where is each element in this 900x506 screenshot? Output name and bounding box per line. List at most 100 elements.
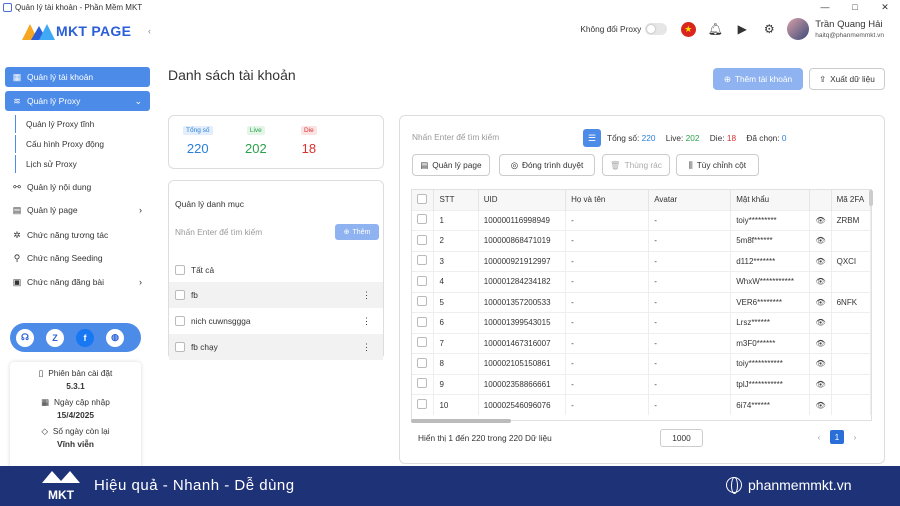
trash-button[interactable]: 🗑︎ Thùng rác [602,154,670,176]
sidebar-item-seeding[interactable]: ⚲ Chức năng Seeding [5,248,150,268]
app-logo[interactable]: MKT PAGE [22,22,131,40]
col-header-name[interactable]: Họ và tên [565,190,650,210]
add-account-button[interactable]: ⊕ Thêm tài khoản [713,68,803,90]
eye-icon[interactable]: 👁︎ [815,236,825,245]
prev-page-button[interactable]: ‹ [812,430,826,444]
export-button[interactable]: ⇪ Xuất dữ liệu [809,68,885,90]
eye-icon[interactable]: 👁︎ [815,359,825,368]
table-row[interactable]: 3 100000921912997- - d112******* 👁︎ QXCI [412,250,871,272]
table-row[interactable]: 5 100001357200533- - VER6******** 👁︎ 6NFK [412,291,871,313]
category-checkbox[interactable] [175,342,185,352]
maximize-button[interactable]: □ [840,0,870,14]
category-checkbox[interactable] [175,290,185,300]
more-vertical-icon[interactable]: ⋮ [362,342,371,353]
cell-uid: 100001399543015 [478,312,567,333]
summary-live-label: Live: [665,133,684,143]
table-row[interactable]: 4 100001284234182- - WhxW*********** 👁︎ [412,271,871,292]
play-icon[interactable]: ▶︎ [733,20,751,38]
website-icon[interactable]: ◍ [106,328,124,347]
category-item[interactable]: fb chạy ⋮ [169,334,383,360]
proxy-toggle[interactable] [645,23,668,35]
cell-avatar: - [648,312,732,333]
sidebar-item-page[interactable]: ▤ Quản lý page › [5,200,150,220]
table-row[interactable]: 8 100002105150861- - toiy*********** 👁︎ [412,353,871,374]
row-checkbox[interactable] [417,357,427,368]
col-header-avatar[interactable]: Avatar [648,190,732,210]
table-row[interactable]: 6 100001399543015- - Lrsz****** 👁︎ [412,312,871,333]
row-checkbox[interactable] [417,214,427,225]
customize-columns-button[interactable]: ⫼ Tùy chỉnh cột [676,154,759,176]
table-row[interactable]: 7 100001467316007- - m3F0****** 👁︎ [412,332,871,354]
col-header-password[interactable]: Mật khẩu [730,190,811,210]
eye-icon[interactable]: 👁︎ [815,216,825,225]
facebook-icon[interactable]: f [76,328,94,347]
sidebar-subitem-dynamic-proxy[interactable]: Cấu hình Proxy động [15,135,150,153]
table-row[interactable]: 2 100000868471019- -5m8f****** 👁︎ [412,230,871,251]
table-row[interactable]: 9 100002358866661- - tplJ*********** 👁︎ [412,373,871,395]
zalo-icon[interactable]: Z [46,328,64,347]
row-checkbox[interactable] [417,296,427,307]
eye-icon[interactable]: 👁︎ [815,318,825,327]
user-info[interactable]: Trần Quang Hải haitq@phanmemmkt.vn [815,19,884,39]
table-row[interactable]: 10 100002546096076- -6i74****** 👁︎ [412,394,871,415]
col-header-uid[interactable]: UID [478,190,567,210]
sidebar-item-posting[interactable]: ▣ Chức năng đăng bài › [5,272,150,292]
sidebar-subitem-proxy-history[interactable]: Lịch sử Proxy [15,155,150,173]
more-vertical-icon[interactable]: ⋮ [362,290,371,301]
close-button[interactable]: ✕ [870,0,900,14]
eye-icon[interactable]: 👁︎ [815,401,825,410]
seeding-icon: ⚲ [13,252,21,263]
row-checkbox[interactable] [417,378,427,389]
row-checkbox[interactable] [417,337,427,348]
filter-icon[interactable]: ☰ [583,129,601,147]
sidebar-item-proxy[interactable]: ≋ Quản lý Proxy ⌄ [5,91,150,111]
eye-icon[interactable]: 👁︎ [815,257,825,266]
cell-uid: 100001357200533 [478,291,567,313]
language-flag-icon[interactable]: ★ [679,20,697,38]
category-checkbox[interactable] [175,265,185,275]
minimize-button[interactable]: — [810,0,840,14]
eye-icon[interactable]: 👁︎ [815,339,825,348]
row-checkbox[interactable] [417,275,427,286]
eye-icon[interactable]: 👁︎ [815,380,825,389]
account-search-input[interactable]: Nhấn Enter để tìm kiếm [412,132,499,142]
row-checkbox[interactable] [417,255,427,266]
manage-page-button[interactable]: ▤ Quản lý page [412,154,490,176]
category-checkbox[interactable] [175,316,185,326]
support-icon[interactable]: ☊ [16,328,34,347]
collapse-sidebar-icon[interactable]: ‹ [148,26,151,36]
row-checkbox[interactable] [417,316,427,327]
cell-password: Lrsz****** [730,312,811,333]
row-checkbox[interactable] [417,234,427,245]
banner-site[interactable]: phanmemmkt.vn [726,477,851,494]
next-page-button[interactable]: › [848,430,862,444]
sidebar-item-interaction[interactable]: ✲ Chức năng tương tác [5,225,150,245]
sidebar-item-content[interactable]: ⚯ Quản lý nội dung [5,177,150,197]
close-browser-button[interactable]: ◎ Đóng trình duyệt [499,154,595,176]
eye-icon[interactable]: 👁︎ [815,298,825,307]
horizontal-scrollbar[interactable] [411,419,511,423]
add-category-button[interactable]: ⊕ Thêm [335,224,379,240]
page-size-select[interactable]: 1000 [660,429,703,447]
category-item[interactable]: fb ⋮ [169,282,383,308]
more-vertical-icon[interactable]: ⋮ [362,316,371,327]
sidebar-subitem-static-proxy[interactable]: Quản lý Proxy tĩnh [15,115,150,133]
vertical-scrollbar[interactable] [869,190,873,206]
col-header-2fa[interactable]: Mã 2FA [831,190,871,210]
gear-icon[interactable]: ⚙︎ [760,20,778,38]
avatar[interactable] [787,18,810,40]
eye-icon[interactable]: 👁︎ [815,277,825,286]
page-number-button[interactable]: 1 [830,430,844,444]
category-search-input[interactable]: Nhấn Enter để tìm kiếm [175,227,262,237]
cell-uid: 100000116998949 [478,209,567,231]
table-row[interactable]: 1 100000116998949- - toiy********* 👁︎ ZRBM [412,209,871,231]
summary-die-value: 18 [726,133,737,143]
bell-icon[interactable]: 🔔︎ [706,20,724,38]
sidebar-item-accounts[interactable]: ▦ Quản lý tài khoản [5,67,150,87]
select-all-checkbox[interactable] [417,193,427,204]
category-item[interactable]: Tất cả [169,257,383,283]
cell-name: - [565,291,650,313]
col-header-stt[interactable]: STT [433,190,479,210]
row-checkbox[interactable] [417,399,427,409]
category-item[interactable]: nich cuwnsggga ⋮ [169,308,383,334]
